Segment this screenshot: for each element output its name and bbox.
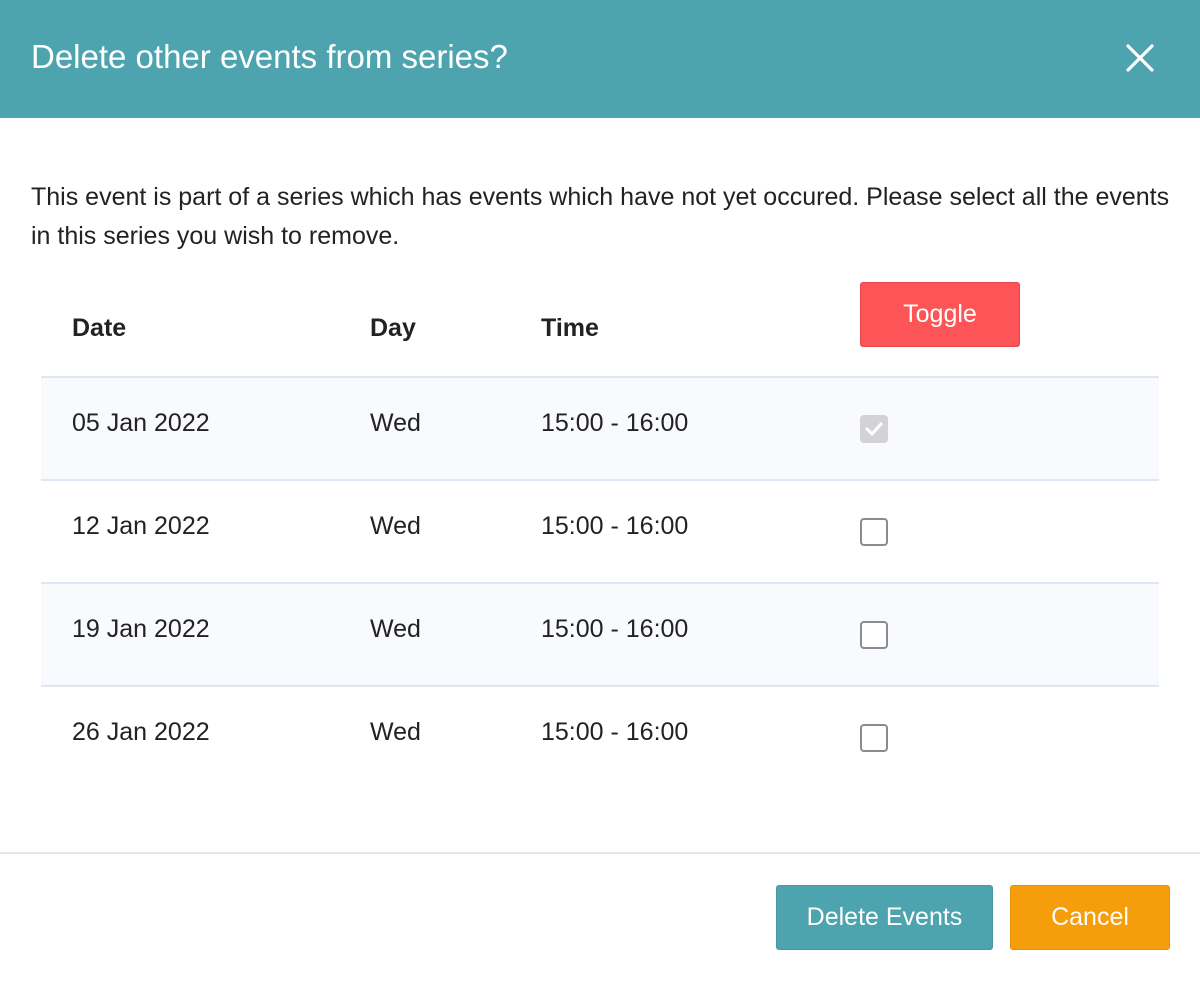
row-checkbox[interactable] bbox=[860, 621, 888, 649]
events-table: Date Day Time Toggle 05 Jan 2022 Wed 15:… bbox=[41, 282, 1159, 790]
row-day: Wed bbox=[370, 718, 421, 746]
dialog-description: This event is part of a series which has… bbox=[31, 183, 1170, 250]
row-date: 12 Jan 2022 bbox=[72, 512, 210, 540]
row-day: Wed bbox=[370, 615, 421, 643]
row-time: 15:00 - 16:00 bbox=[541, 512, 689, 540]
row-date: 05 Jan 2022 bbox=[72, 409, 210, 437]
delete-series-dialog: Delete other events from series? This ev… bbox=[0, 0, 1200, 982]
row-checkbox[interactable] bbox=[860, 724, 888, 752]
row-date: 26 Jan 2022 bbox=[72, 718, 210, 746]
row-time: 15:00 - 16:00 bbox=[541, 615, 689, 643]
table-row: 26 Jan 2022 Wed 15:00 - 16:00 bbox=[41, 687, 1159, 790]
header-time: Time bbox=[541, 314, 599, 342]
close-icon bbox=[1126, 44, 1154, 72]
cancel-button[interactable]: Cancel bbox=[1010, 885, 1170, 950]
close-button[interactable] bbox=[1116, 34, 1164, 82]
footer-divider bbox=[0, 852, 1200, 854]
dialog-title: Delete other events from series? bbox=[31, 38, 508, 75]
row-day: Wed bbox=[370, 512, 421, 540]
row-time: 15:00 - 16:00 bbox=[541, 718, 689, 746]
header-date: Date bbox=[72, 314, 127, 342]
check-icon bbox=[865, 422, 883, 436]
toggle-all-button[interactable]: Toggle bbox=[860, 282, 1020, 347]
dialog-header: Delete other events from series? bbox=[0, 0, 1200, 118]
table-row: 19 Jan 2022 Wed 15:00 - 16:00 bbox=[41, 584, 1159, 687]
row-time: 15:00 - 16:00 bbox=[541, 409, 689, 437]
row-date: 19 Jan 2022 bbox=[72, 615, 210, 643]
row-day: Wed bbox=[370, 409, 421, 437]
table-row: 05 Jan 2022 Wed 15:00 - 16:00 bbox=[41, 378, 1159, 481]
row-checkbox-disabled bbox=[860, 415, 888, 443]
table-header: Date Day Time Toggle bbox=[41, 282, 1159, 378]
header-day: Day bbox=[370, 314, 416, 342]
row-checkbox[interactable] bbox=[860, 518, 888, 546]
table-row: 12 Jan 2022 Wed 15:00 - 16:00 bbox=[41, 481, 1159, 584]
delete-events-button[interactable]: Delete Events bbox=[776, 885, 993, 950]
